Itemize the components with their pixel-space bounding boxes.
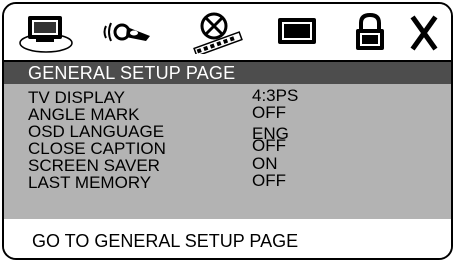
menu-item-close-caption[interactable]: CLOSE CAPTION OFF bbox=[28, 136, 438, 158]
settings-panel: GENERAL SETUP PAGE TV DISPLAY 4:3PS ANGL… bbox=[4, 60, 451, 221]
page-title: GENERAL SETUP PAGE bbox=[4, 62, 451, 84]
setup-toolbar bbox=[4, 4, 451, 60]
status-bar: GO TO GENERAL SETUP PAGE bbox=[4, 219, 451, 258]
audio-setup-icon[interactable] bbox=[100, 10, 158, 54]
setup-menu-window: GENERAL SETUP PAGE TV DISPLAY 4:3PS ANGL… bbox=[2, 2, 453, 260]
menu-item-value: OFF bbox=[252, 103, 286, 122]
menu-item-label: LAST MEMORY bbox=[28, 173, 152, 192]
video-setup-icon[interactable] bbox=[274, 10, 324, 54]
menu-item-last-memory[interactable]: LAST MEMORY OFF bbox=[28, 171, 438, 192]
menu-item-value: OFF bbox=[252, 136, 286, 155]
menu-item-screen-saver[interactable]: SCREEN SAVER ON bbox=[28, 154, 438, 175]
menu-item-angle-mark[interactable]: ANGLE MARK OFF bbox=[28, 103, 438, 124]
menu-item-tv-display[interactable]: TV DISPLAY 4:3PS bbox=[28, 86, 438, 107]
disc-setup-icon[interactable] bbox=[188, 10, 246, 54]
general-setup-icon[interactable] bbox=[18, 10, 76, 54]
status-text: GO TO GENERAL SETUP PAGE bbox=[32, 231, 299, 251]
password-lock-icon[interactable] bbox=[350, 10, 390, 54]
menu-item-osd-language[interactable]: OSD LANGUAGE ENG bbox=[28, 122, 438, 143]
exit-icon[interactable] bbox=[406, 10, 442, 54]
menu-item-value: OFF bbox=[252, 171, 286, 190]
